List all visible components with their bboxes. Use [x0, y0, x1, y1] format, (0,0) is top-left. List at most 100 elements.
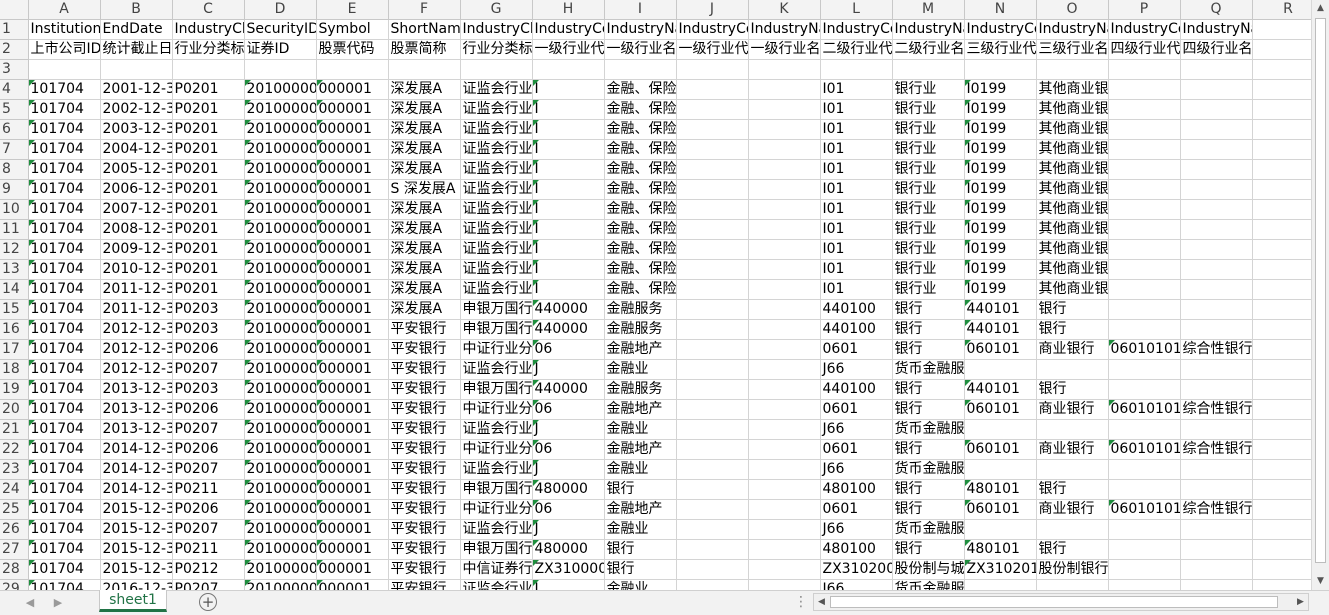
cell-j3[interactable] — [676, 59, 749, 80]
cell-l27[interactable]: 480100 — [820, 539, 893, 560]
cell-j8[interactable] — [676, 159, 749, 180]
cell-k21[interactable] — [748, 419, 821, 440]
cell-p7[interactable] — [1108, 139, 1181, 160]
cell-l20[interactable]: 0601 — [820, 399, 893, 420]
cell-g25[interactable]: 中证行业分类 — [460, 499, 533, 520]
cell-g20[interactable]: 中证行业分类 — [460, 399, 533, 420]
cell-m11[interactable]: 银行业 — [892, 219, 965, 240]
cell-c1[interactable]: IndustryClassificationID — [172, 19, 245, 40]
cell-l9[interactable]: I01 — [820, 179, 893, 200]
cell-r19[interactable] — [1252, 379, 1311, 400]
cell-f1[interactable]: ShortName — [388, 19, 461, 40]
cell-h5[interactable]: I — [532, 99, 605, 120]
cell-k26[interactable] — [748, 519, 821, 540]
cell-n25[interactable]: 060101 — [964, 499, 1037, 520]
cell-r2[interactable] — [1252, 39, 1311, 60]
cell-a26[interactable]: 101704 — [28, 519, 101, 540]
cell-l3[interactable] — [820, 59, 893, 80]
cell-h26[interactable]: J — [532, 519, 605, 540]
cell-b11[interactable]: 2008-12-31 — [100, 219, 173, 240]
cell-g16[interactable]: 申银万国行业分类 — [460, 319, 533, 340]
cell-p4[interactable] — [1108, 79, 1181, 100]
cell-h22[interactable]: 06 — [532, 439, 605, 460]
cell-j17[interactable] — [676, 339, 749, 360]
cell-f8[interactable]: 深发展A — [388, 159, 461, 180]
cell-i4[interactable]: 金融、保险业 — [604, 79, 677, 100]
cell-b8[interactable]: 2005-12-31 — [100, 159, 173, 180]
cell-c21[interactable]: P0207 — [172, 419, 245, 440]
cell-g12[interactable]: 证监会行业分类 — [460, 239, 533, 260]
cell-r23[interactable] — [1252, 459, 1311, 480]
cell-d22[interactable]: 2010000001 — [244, 439, 317, 460]
cell-c14[interactable]: P0201 — [172, 279, 245, 300]
cell-l29[interactable]: J66 — [820, 579, 893, 590]
cell-a16[interactable]: 101704 — [28, 319, 101, 340]
cell-g4[interactable]: 证监会行业分类 — [460, 79, 533, 100]
cell-l17[interactable]: 0601 — [820, 339, 893, 360]
cell-o7[interactable]: 其他商业银行 — [1036, 139, 1109, 160]
cell-h12[interactable]: I — [532, 239, 605, 260]
cell-i23[interactable]: 金融业 — [604, 459, 677, 480]
cell-n3[interactable] — [964, 59, 1037, 80]
cell-e18[interactable]: 000001 — [316, 359, 389, 380]
cell-g29[interactable]: 证监会行业分类 — [460, 579, 533, 590]
cell-i20[interactable]: 金融地产 — [604, 399, 677, 420]
cell-h18[interactable]: J — [532, 359, 605, 380]
cell-h10[interactable]: I — [532, 199, 605, 220]
cell-c23[interactable]: P0207 — [172, 459, 245, 480]
cell-j13[interactable] — [676, 259, 749, 280]
cell-l8[interactable]: I01 — [820, 159, 893, 180]
cell-q14[interactable] — [1180, 279, 1253, 300]
cell-f7[interactable]: 深发展A — [388, 139, 461, 160]
cell-i27[interactable]: 银行 — [604, 539, 677, 560]
cell-l10[interactable]: I01 — [820, 199, 893, 220]
cell-b4[interactable]: 2001-12-31 — [100, 79, 173, 100]
cell-k8[interactable] — [748, 159, 821, 180]
cell-a18[interactable]: 101704 — [28, 359, 101, 380]
column-header-o[interactable]: O — [1036, 0, 1109, 20]
column-header-l[interactable]: L — [820, 0, 893, 20]
cell-k27[interactable] — [748, 539, 821, 560]
cell-g21[interactable]: 证监会行业分类 — [460, 419, 533, 440]
cell-n24[interactable]: 480101 — [964, 479, 1037, 500]
cell-m19[interactable]: 银行 — [892, 379, 965, 400]
cell-b3[interactable] — [100, 59, 173, 80]
cell-a23[interactable]: 101704 — [28, 459, 101, 480]
cell-i22[interactable]: 金融地产 — [604, 439, 677, 460]
cell-d26[interactable]: 2010000001 — [244, 519, 317, 540]
row-header[interactable]: 20 — [0, 399, 29, 420]
row-header[interactable]: 22 — [0, 439, 29, 460]
cell-r22[interactable] — [1252, 439, 1311, 460]
cell-p12[interactable] — [1108, 239, 1181, 260]
cell-a27[interactable]: 101704 — [28, 539, 101, 560]
cell-o5[interactable]: 其他商业银行 — [1036, 99, 1109, 120]
cell-d18[interactable]: 2010000001 — [244, 359, 317, 380]
cell-j21[interactable] — [676, 419, 749, 440]
cell-c19[interactable]: P0203 — [172, 379, 245, 400]
cell-r1[interactable] — [1252, 19, 1311, 40]
cell-q6[interactable] — [1180, 119, 1253, 140]
cell-q8[interactable] — [1180, 159, 1253, 180]
cell-c2[interactable]: 行业分类标准编码 — [172, 39, 245, 60]
cell-m6[interactable]: 银行业 — [892, 119, 965, 140]
cell-c6[interactable]: P0201 — [172, 119, 245, 140]
cell-g13[interactable]: 证监会行业分类 — [460, 259, 533, 280]
cell-l11[interactable]: I01 — [820, 219, 893, 240]
cell-l21[interactable]: J66 — [820, 419, 893, 440]
cell-h7[interactable]: I — [532, 139, 605, 160]
column-header-a[interactable]: A — [28, 0, 101, 20]
cell-a25[interactable]: 101704 — [28, 499, 101, 520]
cell-o27[interactable]: 银行 — [1036, 539, 1109, 560]
cell-b1[interactable]: EndDate — [100, 19, 173, 40]
cell-j7[interactable] — [676, 139, 749, 160]
cell-p19[interactable] — [1108, 379, 1181, 400]
cell-p27[interactable] — [1108, 539, 1181, 560]
cell-o20[interactable]: 商业银行 — [1036, 399, 1109, 420]
cell-d24[interactable]: 2010000001 — [244, 479, 317, 500]
cell-q28[interactable] — [1180, 559, 1253, 580]
cell-d14[interactable]: 2010000001 — [244, 279, 317, 300]
cell-b13[interactable]: 2010-12-31 — [100, 259, 173, 280]
cell-f29[interactable]: 平安银行 — [388, 579, 461, 590]
cell-g22[interactable]: 中证行业分类 — [460, 439, 533, 460]
row-header[interactable]: 6 — [0, 119, 29, 140]
